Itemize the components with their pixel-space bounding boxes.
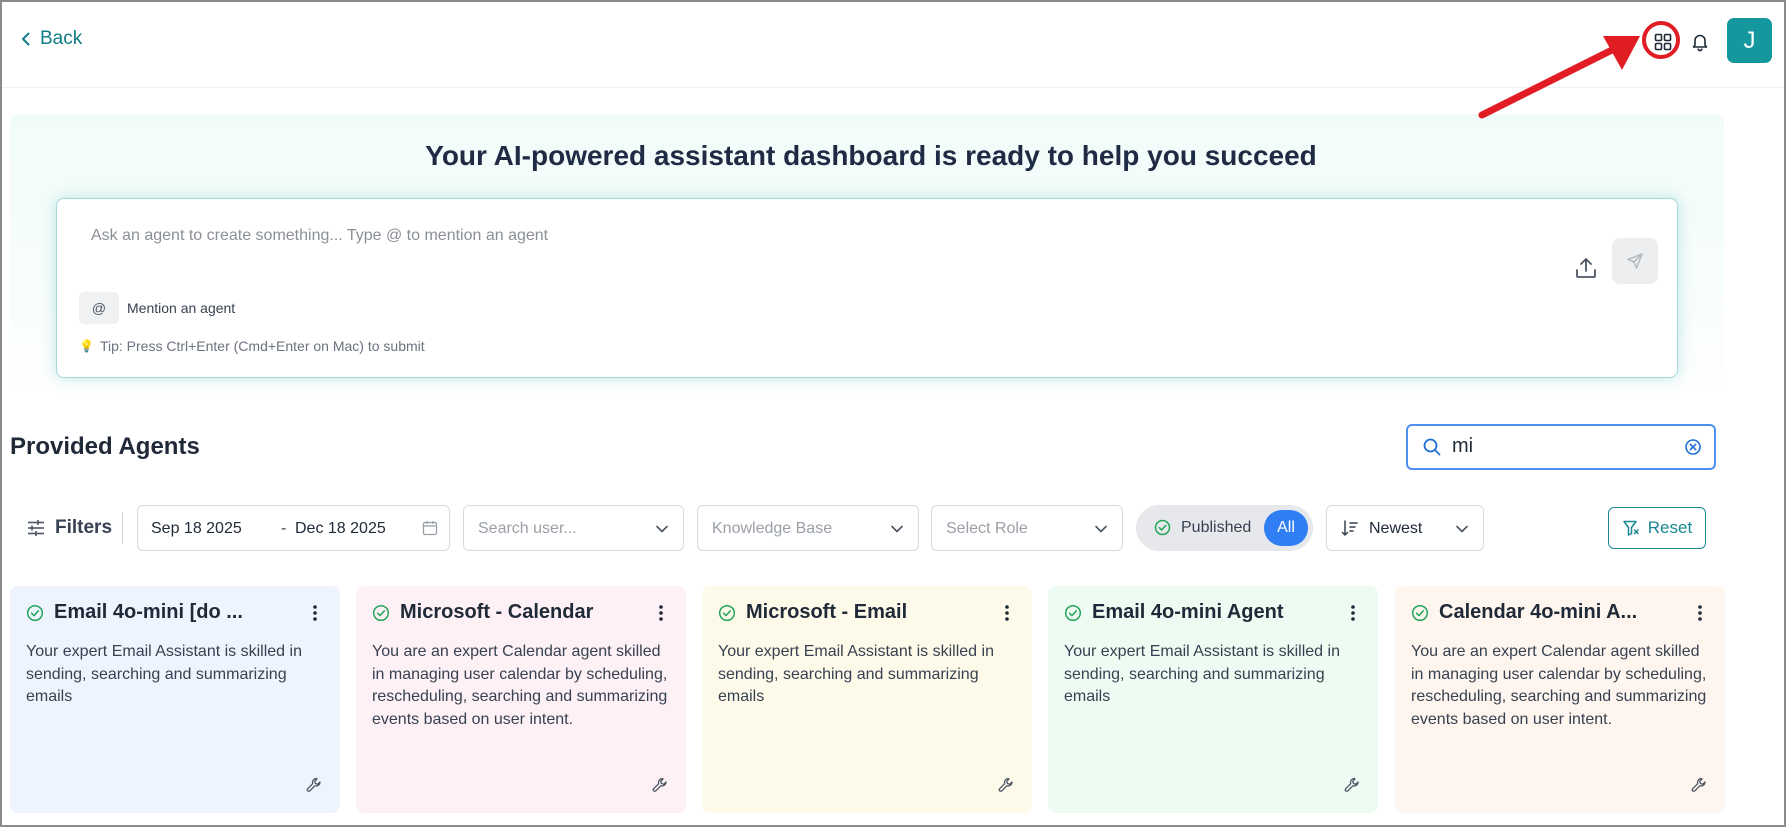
agent-card[interactable]: Microsoft - Email Your expert Email Assi… xyxy=(702,586,1032,813)
sort-descending-icon xyxy=(1341,520,1358,536)
mention-label: Mention an agent xyxy=(127,300,236,316)
agent-card[interactable]: Calendar 4o-mini A... You are an expert … xyxy=(1395,586,1725,813)
agent-card-description: Your expert Email Assistant is skilled i… xyxy=(1064,643,1340,705)
notifications-button[interactable] xyxy=(1686,28,1714,56)
apps-grid-button[interactable] xyxy=(1649,28,1677,56)
user-select-placeholder: Search user... xyxy=(478,520,577,537)
reset-label: Reset xyxy=(1647,518,1693,537)
tip-text: Tip: Press Ctrl+Enter (Cmd+Enter on Mac)… xyxy=(99,338,425,354)
agent-card-description: You are an expert Calendar agent skilled… xyxy=(1411,643,1707,728)
date-range-picker[interactable]: Sep 18 2025 - Dec 18 2025 xyxy=(137,505,450,551)
role-select-placeholder: Select Role xyxy=(946,520,1028,537)
agent-card-title: Calendar 4o-mini A... xyxy=(1439,601,1638,623)
filters-divider xyxy=(122,512,123,544)
agent-card-title: Email 4o-mini Agent xyxy=(1092,601,1284,623)
clear-search-icon[interactable] xyxy=(1684,438,1702,456)
date-start: Sep 18 2025 xyxy=(151,520,242,537)
agent-card-title: Microsoft - Calendar xyxy=(400,601,594,623)
filters-toggle[interactable]: Filters xyxy=(27,517,112,539)
wrench-icon[interactable] xyxy=(1344,777,1360,793)
chevron-down-icon xyxy=(656,525,668,533)
knowledge-base-placeholder: Knowledge Base xyxy=(712,520,833,537)
agent-search xyxy=(1406,424,1716,470)
more-vertical-icon[interactable] xyxy=(1004,604,1010,622)
calendar-icon xyxy=(422,521,438,536)
sort-label: Newest xyxy=(1369,520,1423,537)
grid-icon xyxy=(1654,33,1672,51)
check-circle-icon xyxy=(372,604,390,622)
knowledge-base-select[interactable]: Knowledge Base xyxy=(697,505,919,551)
mention-button[interactable]: @ xyxy=(79,292,119,324)
agent-card-description: Your expert Email Assistant is skilled i… xyxy=(26,643,302,705)
upload-button[interactable] xyxy=(1571,253,1601,283)
check-circle-icon xyxy=(1411,604,1429,622)
date-separator: - xyxy=(281,520,287,537)
send-button[interactable] xyxy=(1612,238,1658,284)
back-link[interactable]: Back xyxy=(18,28,82,50)
chevron-left-icon xyxy=(22,32,30,46)
check-circle-icon xyxy=(1064,604,1082,622)
hero-title: Your AI-powered assistant dashboard is r… xyxy=(425,140,1317,171)
prompt-composer: @ Mention an agent 💡 Tip: Press Ctrl+Ent… xyxy=(56,198,1678,378)
prompt-input[interactable] xyxy=(91,227,1391,245)
chevron-down-icon xyxy=(891,525,903,533)
filters-label: Filters xyxy=(55,517,113,538)
wrench-icon[interactable] xyxy=(998,777,1014,793)
lightbulb-icon: 💡 xyxy=(79,339,94,353)
more-vertical-icon[interactable] xyxy=(1697,604,1703,622)
publish-status-toggle: Published All xyxy=(1136,505,1313,551)
role-select[interactable]: Select Role xyxy=(931,505,1123,551)
published-option[interactable]: Published xyxy=(1181,519,1251,537)
sliders-icon xyxy=(28,520,44,536)
agent-card-title: Email 4o-mini [do ... xyxy=(54,601,243,623)
agent-card[interactable]: Microsoft - Calendar You are an expert C… xyxy=(356,586,686,813)
back-label: Back xyxy=(40,28,83,49)
check-circle-icon xyxy=(1154,519,1171,536)
more-vertical-icon[interactable] xyxy=(658,604,664,622)
sort-select[interactable]: Newest xyxy=(1326,505,1484,551)
reset-button[interactable]: Reset xyxy=(1608,507,1706,549)
all-option[interactable]: All xyxy=(1264,510,1308,546)
agent-card[interactable]: Email 4o-mini Agent Your expert Email As… xyxy=(1048,586,1378,813)
more-vertical-icon[interactable] xyxy=(1350,604,1356,622)
more-vertical-icon[interactable] xyxy=(312,604,318,622)
user-select[interactable]: Search user... xyxy=(463,505,684,551)
chevron-down-icon xyxy=(1456,525,1468,533)
agent-card-description: You are an expert Calendar agent skilled… xyxy=(372,643,668,728)
upload-icon xyxy=(1576,258,1596,278)
agent-card[interactable]: Email 4o-mini [do ... Your expert Email … xyxy=(10,586,340,813)
check-circle-icon xyxy=(26,604,44,622)
agent-search-input[interactable] xyxy=(1452,435,1672,458)
search-icon xyxy=(1423,438,1441,456)
agent-card-description: Your expert Email Assistant is skilled i… xyxy=(718,643,994,705)
send-icon xyxy=(1627,253,1643,269)
bell-icon xyxy=(1692,34,1708,52)
wrench-icon[interactable] xyxy=(652,777,668,793)
date-end: Dec 18 2025 xyxy=(295,520,386,537)
wrench-icon[interactable] xyxy=(306,777,322,793)
top-bar: Back J xyxy=(2,2,1784,88)
submit-tip: 💡 Tip: Press Ctrl+Enter (Cmd+Enter on Ma… xyxy=(79,338,425,354)
chevron-down-icon xyxy=(1095,525,1107,533)
wrench-icon[interactable] xyxy=(1691,777,1707,793)
section-title: Provided Agents xyxy=(10,433,200,460)
agent-card-title: Microsoft - Email xyxy=(746,601,908,623)
filter-reset-icon xyxy=(1623,520,1639,536)
check-circle-icon xyxy=(718,604,736,622)
user-avatar[interactable]: J xyxy=(1727,18,1772,63)
